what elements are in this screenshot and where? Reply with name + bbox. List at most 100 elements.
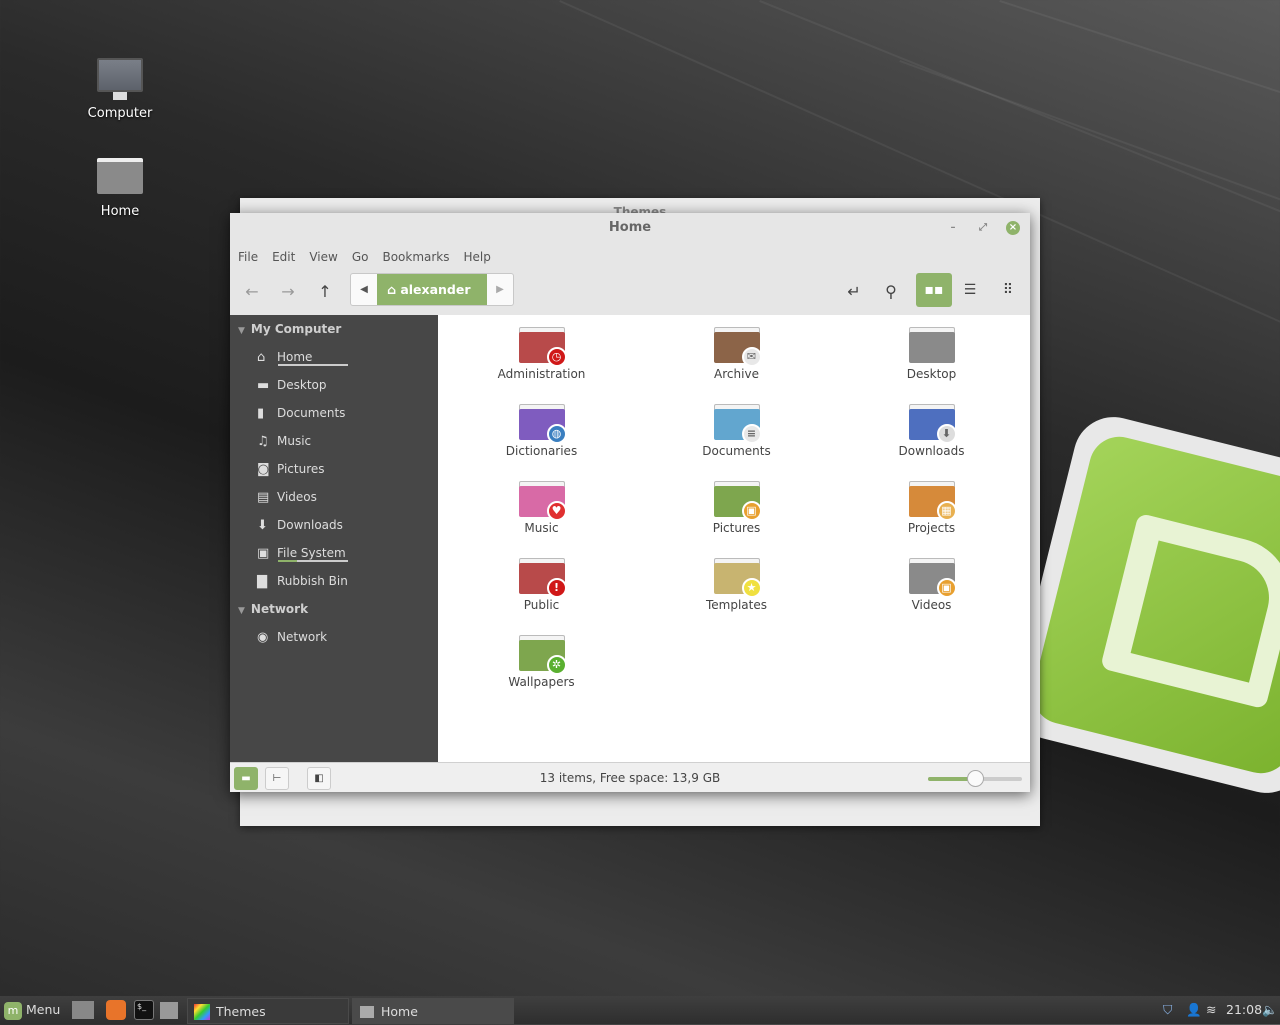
path-scroll-right[interactable]: ▶ xyxy=(487,274,513,305)
minimize-button[interactable]: – xyxy=(946,221,960,235)
emblem-icon: ! xyxy=(546,578,567,598)
sidebar-item-rubbish-bin[interactable]: ▇ Rubbish Bin xyxy=(230,567,438,595)
toggle-location-button[interactable]: ↵ xyxy=(838,276,870,308)
menu-view[interactable]: View xyxy=(309,250,337,264)
status-bar: ▬ ⊢ ◧ 13 items, Free space: 13,9 GB xyxy=(230,762,1030,792)
taskbar-window-label: Themes xyxy=(216,1004,266,1019)
terminal-icon[interactable]: $_ xyxy=(134,1000,154,1020)
path-button-home[interactable]: ⌂ alexander xyxy=(377,274,487,305)
menu-go[interactable]: Go xyxy=(352,250,369,264)
file-item[interactable]: ⬇ Downloads xyxy=(834,404,1029,481)
volume-icon[interactable]: 🔈 xyxy=(1262,996,1278,1024)
file-item[interactable]: ◷ Administration xyxy=(444,327,639,404)
up-button[interactable]: ↑ xyxy=(309,276,341,308)
clock[interactable]: 21:08 xyxy=(1226,996,1262,1024)
sidebar-item-documents[interactable]: ▮ Documents xyxy=(230,399,438,427)
network-icon[interactable]: ≋ xyxy=(1206,996,1216,1024)
file-item[interactable]: ▦ Projects xyxy=(834,481,1029,558)
toolbar: ← → ↑ ◀ ⌂ alexander ▶ ↵ ⚲ ▪▪ ☰ ⠿ xyxy=(230,270,1030,312)
sidebar-section-header[interactable]: ▼ My Computer xyxy=(230,315,438,343)
emblem-icon: ⬇ xyxy=(936,424,957,444)
folder-icon: ✲ xyxy=(518,635,567,675)
sidebar-item-videos[interactable]: ▤ Videos xyxy=(230,483,438,511)
wallpaper-stripe xyxy=(999,0,1280,157)
file-item[interactable]: ▣ Videos xyxy=(834,558,1029,635)
show-desktop-icon[interactable] xyxy=(72,1001,94,1019)
menu-bookmarks[interactable]: Bookmarks xyxy=(382,250,449,264)
file-item[interactable]: ▣ Pictures xyxy=(639,481,834,558)
file-name: Videos xyxy=(911,598,952,612)
sidebar-item-downloads[interactable]: ⬇ Downloads xyxy=(230,511,438,539)
menu-edit[interactable]: Edit xyxy=(272,250,295,264)
update-manager-icon[interactable]: ⛉ xyxy=(1163,996,1172,1024)
trash-icon: ▇ xyxy=(257,574,267,589)
menu-button[interactable]: m Menu xyxy=(4,996,60,1024)
file-view[interactable]: ◷ Administration ✉ Archive Desktop ◍ Dictionar… xyxy=(438,315,1030,762)
sidebar-section-header[interactable]: ▼ Network xyxy=(230,595,438,623)
sidebar-item-pictures[interactable]: ◙ Pictures xyxy=(230,455,438,483)
file-item[interactable]: ✲ Wallpapers xyxy=(444,635,639,712)
home-folder-icon xyxy=(97,158,143,194)
expander-icon: ▼ xyxy=(238,326,245,336)
globe-icon: ◉ xyxy=(257,630,269,645)
disk-usage-bar xyxy=(278,364,348,366)
file-item[interactable]: ✉ Archive xyxy=(639,327,834,404)
file-name: Pictures xyxy=(712,521,761,535)
file-item[interactable]: ♥ Music xyxy=(444,481,639,558)
sidebar-item-music[interactable]: ♫ Music xyxy=(230,427,438,455)
emblem-icon: ★ xyxy=(741,578,762,598)
emblem-icon: ▦ xyxy=(936,501,957,521)
search-button[interactable]: ⚲ xyxy=(875,276,907,308)
files-icon[interactable] xyxy=(160,1002,178,1019)
list-view-button[interactable]: ☰ xyxy=(952,273,988,307)
sidebar-item-label: Documents xyxy=(277,406,346,420)
taskbar-window-themes[interactable]: Themes xyxy=(187,998,349,1024)
menu-file[interactable]: File xyxy=(238,250,258,264)
file-item[interactable]: Desktop xyxy=(834,327,1029,404)
sidebar-item-home[interactable]: ⌂ Home xyxy=(230,343,438,371)
file-item[interactable]: ◍ Dictionaries xyxy=(444,404,639,481)
emblem-icon: ✉ xyxy=(741,347,762,367)
emblem-icon: ✲ xyxy=(546,655,567,675)
file-name: Documents xyxy=(702,444,771,458)
zoom-slider-handle[interactable] xyxy=(967,770,984,787)
themes-icon xyxy=(194,1004,210,1020)
path-bar: ◀ ⌂ alexander ▶ xyxy=(350,273,514,306)
forward-button[interactable]: → xyxy=(272,276,304,308)
emblem-icon: ▣ xyxy=(936,578,957,598)
compact-view-button[interactable]: ⠿ xyxy=(990,273,1026,307)
close-button[interactable]: × xyxy=(1006,221,1020,235)
zoom-slider[interactable] xyxy=(928,770,1022,787)
back-button[interactable]: ← xyxy=(236,276,268,308)
folder-icon: ▣ xyxy=(713,481,762,521)
firefox-icon[interactable] xyxy=(106,1000,126,1020)
folder-icon: ▦ xyxy=(908,481,957,521)
file-name: Public xyxy=(523,598,560,612)
home-icon: ⌂ xyxy=(257,350,266,365)
music-icon: ♫ xyxy=(257,434,269,449)
desktop-icon-computer[interactable]: Computer xyxy=(70,58,170,121)
maximize-button[interactable]: ⤢ xyxy=(976,221,990,235)
sidebar-item-network[interactable]: ◉ Network xyxy=(230,623,438,651)
file-name: Desktop xyxy=(906,367,957,381)
file-name: Downloads xyxy=(898,444,965,458)
menu-bar: File Edit View Go Bookmarks Help xyxy=(230,243,1030,270)
file-item[interactable]: ! Public xyxy=(444,558,639,635)
sidebar-item-file-system[interactable]: ▣ File System xyxy=(230,539,438,567)
desktop-icon-home[interactable]: Home xyxy=(70,158,170,219)
user-icon[interactable]: 👤 xyxy=(1186,996,1202,1024)
titlebar[interactable]: Home – ⤢ × xyxy=(230,213,1030,243)
menu-help[interactable]: Help xyxy=(464,250,491,264)
folder-icon: ! xyxy=(518,558,567,598)
path-scroll-left[interactable]: ◀ xyxy=(351,274,377,305)
sidebar-item-desktop[interactable]: ▬ Desktop xyxy=(230,371,438,399)
file-item[interactable]: ≡ Documents xyxy=(639,404,834,481)
film-icon: ▤ xyxy=(257,490,270,505)
icon-view-button[interactable]: ▪▪ xyxy=(916,273,952,307)
taskbar-window-home[interactable]: Home xyxy=(352,998,514,1024)
file-item[interactable]: ★ Templates xyxy=(639,558,834,635)
window-title: Home xyxy=(608,220,652,235)
folder-icon: ✉ xyxy=(713,327,762,367)
emblem-icon: ◍ xyxy=(546,424,567,444)
folder-icon xyxy=(908,327,955,363)
